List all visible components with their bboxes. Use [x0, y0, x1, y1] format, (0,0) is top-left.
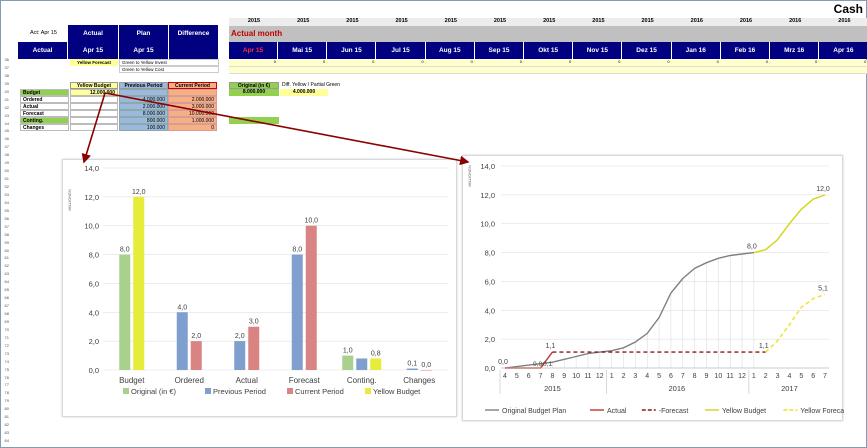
row-number: 66: [4, 295, 9, 301]
row-number: 47: [4, 144, 9, 150]
row-numbers: 36 37 38 39 40 41 42 43 44 45 46 47 48 49 50 51 52 53 54 55…: [0, 56, 10, 448]
row-number: 57: [4, 223, 9, 229]
row-number: 52: [4, 184, 9, 189]
row-number: 37: [4, 64, 9, 70]
row-number: 78: [4, 390, 9, 396]
row-number: 81: [4, 414, 9, 420]
row-number: 80: [4, 406, 9, 412]
row-number: 42: [4, 104, 9, 110]
row-number: 73: [4, 350, 9, 356]
row-number: 82: [4, 422, 9, 428]
row-number: 56: [4, 215, 9, 221]
row-number: 60: [4, 247, 9, 253]
row-number: 49: [4, 160, 9, 166]
row-number: 54: [4, 199, 9, 205]
row-number: 40: [4, 88, 9, 94]
row-number: 77: [4, 382, 9, 388]
row-number: 38: [4, 72, 9, 78]
row-number: 36: [4, 57, 9, 62]
row-number: 75: [4, 366, 9, 372]
row-number: 55: [4, 207, 9, 213]
row-number: 70: [4, 326, 9, 332]
row-number: 83: [4, 430, 9, 436]
arrows-overlay: [81, 92, 470, 166]
row-number: 64: [4, 279, 9, 285]
row-number: 67: [4, 303, 9, 309]
row-number: 72: [4, 342, 9, 348]
row-number: 41: [4, 96, 9, 102]
row-number: 44: [4, 120, 9, 126]
arrow-to-line-chart: [104, 92, 470, 166]
row-number: 43: [4, 112, 9, 118]
arrow-to-bar-chart: [81, 92, 106, 164]
row-number: 53: [4, 191, 9, 197]
row-number: 39: [4, 80, 9, 86]
row-number: 48: [4, 152, 9, 158]
row-number: 63: [4, 271, 9, 277]
row-number: 74: [4, 358, 9, 364]
row-number: 45: [4, 128, 9, 134]
row-number: 65: [4, 287, 9, 293]
row-number: 61: [4, 255, 9, 261]
row-number: 59: [4, 239, 9, 245]
row-number: 46: [4, 136, 9, 142]
row-number: 71: [4, 334, 9, 340]
row-number: 50: [4, 168, 9, 174]
row-number: 51: [4, 176, 9, 182]
row-number: 84: [4, 438, 9, 443]
row-number: 69: [4, 318, 9, 324]
row-number: 62: [4, 263, 9, 269]
row-number: 68: [4, 311, 9, 316]
row-number: 58: [4, 231, 9, 237]
row-number: 76: [4, 374, 9, 380]
row-number: 79: [4, 398, 9, 404]
